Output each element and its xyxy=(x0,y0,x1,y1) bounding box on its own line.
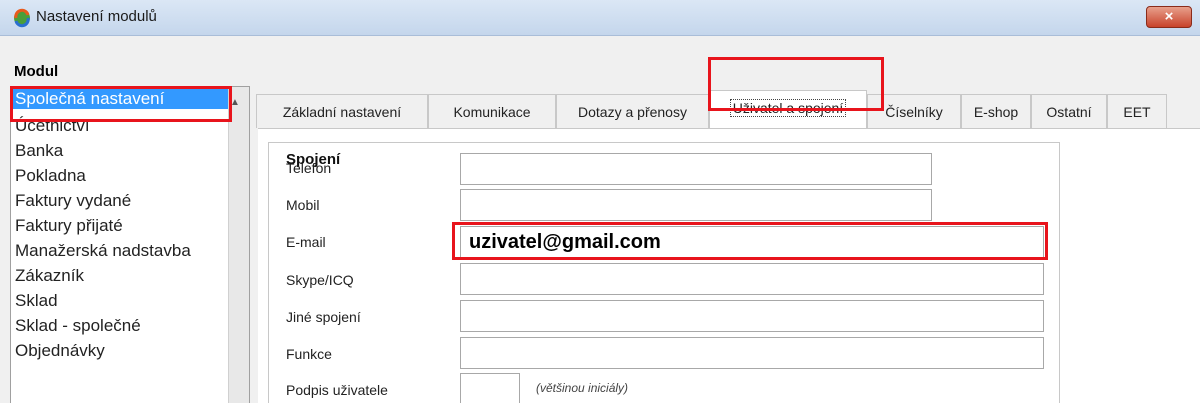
email-input[interactable]: uzivatel@gmail.com xyxy=(460,226,1044,258)
label-telefon: Telefon xyxy=(286,160,332,176)
tab-eet[interactable]: EET xyxy=(1107,94,1167,128)
close-icon: × xyxy=(1164,8,1174,25)
module-list[interactable]: Společná nastavení Účetnictví Banka Pokl… xyxy=(10,86,250,403)
app-icon xyxy=(14,8,30,28)
tab-dotazy-a-prenosy[interactable]: Dotazy a přenosy xyxy=(556,94,709,128)
tab-ciselniky[interactable]: Číselníky xyxy=(867,94,961,128)
jine-spojeni-input[interactable] xyxy=(460,300,1044,332)
tab-ostatni[interactable]: Ostatní xyxy=(1031,94,1107,128)
label-skype: Skype/ICQ xyxy=(286,272,354,288)
window-title: Nastavení modulů xyxy=(36,8,157,25)
tab-zakladni-nastaveni[interactable]: Základní nastavení xyxy=(256,94,428,128)
tab-bar: Základní nastavení Komunikace Dotazy a p… xyxy=(256,90,1200,128)
module-item-sklad[interactable]: Sklad xyxy=(15,291,227,311)
module-item-sklad-spolecne[interactable]: Sklad - společné xyxy=(15,316,227,336)
module-item-pokladna[interactable]: Pokladna xyxy=(15,166,227,186)
podpis-input[interactable] xyxy=(460,373,520,403)
telefon-input[interactable] xyxy=(460,153,932,185)
module-item-spolecna-nastaveni[interactable]: Společná nastavení xyxy=(11,89,229,109)
tab-uzivatel-a-spojeni[interactable]: Uživatel a spojení xyxy=(709,90,867,128)
module-item-manazerska-nadstavba[interactable]: Manažerská nadstavba xyxy=(15,241,227,261)
module-item-ucetnictvi[interactable]: Účetnictví xyxy=(15,116,227,136)
label-mobil: Mobil xyxy=(286,197,320,213)
module-scrollbar[interactable] xyxy=(228,87,249,403)
module-header: Modul xyxy=(14,63,59,80)
label-podpis: Podpis uživatele xyxy=(286,382,388,398)
window-titlebar: Nastavení modulů × xyxy=(0,0,1200,36)
module-item-faktury-prijate[interactable]: Faktury přijaté xyxy=(15,216,227,236)
label-email: E-mail xyxy=(286,234,326,250)
tab-eshop[interactable]: E-shop xyxy=(961,94,1031,128)
podpis-hint: (většinou iniciály) xyxy=(536,381,629,395)
module-item-zakaznik[interactable]: Zákazník xyxy=(15,266,227,286)
label-funkce: Funkce xyxy=(286,346,332,362)
module-item-faktury-vydane[interactable]: Faktury vydané xyxy=(15,191,227,211)
label-jine-spojeni: Jiné spojení xyxy=(286,309,361,325)
close-button[interactable]: × xyxy=(1146,6,1192,28)
mobil-input[interactable] xyxy=(460,189,932,221)
tab-komunikace[interactable]: Komunikace xyxy=(428,94,556,128)
scroll-up-icon[interactable]: ▲ xyxy=(230,97,240,108)
module-item-banka[interactable]: Banka xyxy=(15,141,227,161)
module-item-objednavky[interactable]: Objednávky xyxy=(15,341,227,361)
funkce-input[interactable] xyxy=(460,337,1044,369)
skype-input[interactable] xyxy=(460,263,1044,295)
